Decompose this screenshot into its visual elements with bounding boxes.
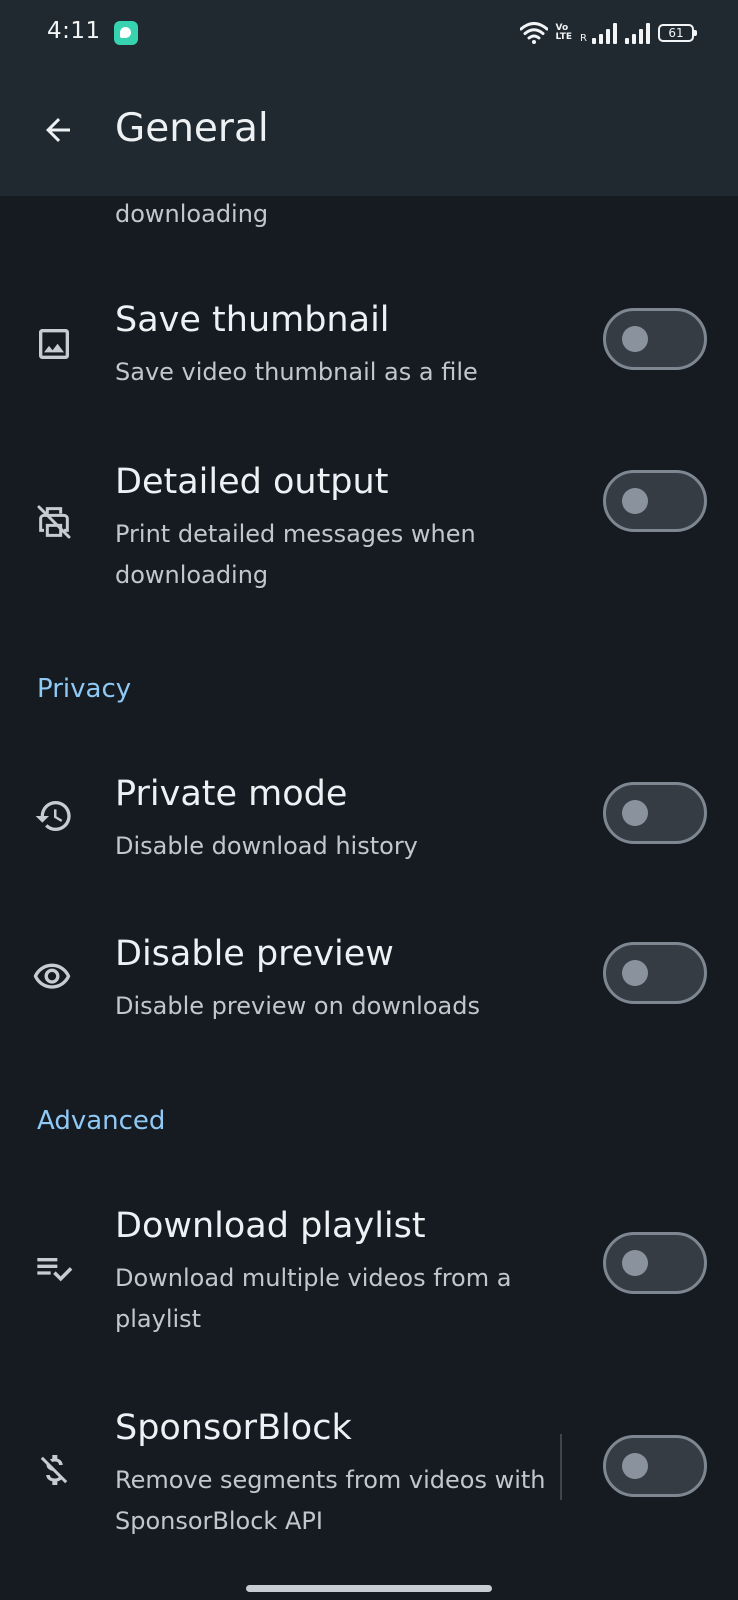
eye-icon (32, 957, 72, 997)
setting-description: Save video thumbnail as a file (115, 358, 478, 386)
setting-title: Detailed output (115, 462, 389, 502)
signal-sim2-icon (625, 22, 650, 44)
image-icon (34, 324, 74, 364)
setting-description: Disable preview on downloads (115, 992, 480, 1020)
home-indicator[interactable] (246, 1585, 492, 1592)
volte-icon: Vo LTE (556, 24, 573, 42)
vertical-divider (560, 1434, 562, 1500)
history-icon (34, 796, 74, 836)
setting-title: Disable preview (115, 934, 394, 974)
roaming-label: R (580, 33, 587, 44)
section-header-privacy: Privacy (37, 674, 132, 704)
section-header-advanced: Advanced (37, 1106, 166, 1136)
private-mode-toggle[interactable] (603, 782, 707, 844)
battery-level: 61 (668, 26, 684, 40)
download-playlist-toggle[interactable] (603, 1232, 707, 1294)
setting-description: Disable download history (115, 832, 418, 860)
arrow-back-icon (46, 118, 70, 142)
status-icons: Vo LTE R 61 (519, 18, 697, 48)
money-off-icon (34, 1450, 74, 1490)
setting-save-thumbnail[interactable]: Save thumbnail Save video thumbnail as a… (0, 296, 738, 406)
setting-title: Save thumbnail (115, 300, 390, 340)
setting-private-mode[interactable]: Private mode Disable download history (0, 770, 738, 880)
detailed-output-toggle[interactable] (603, 470, 707, 532)
back-button[interactable] (26, 98, 90, 162)
battery-icon: 61 (658, 24, 697, 42)
notification-app-icon (114, 21, 138, 45)
sponsorblock-toggle[interactable] (603, 1435, 707, 1497)
setting-description: Remove segments from videos with Sponsor… (115, 1466, 546, 1535)
save-thumbnail-toggle[interactable] (603, 308, 707, 370)
app-bar: General (0, 66, 738, 196)
status-bar: 4:11 Vo LTE R 61 (0, 0, 738, 66)
setting-title: Download playlist (115, 1206, 426, 1246)
setting-description: Print detailed messages when downloading (115, 520, 476, 589)
setting-title: SponsorBlock (115, 1408, 352, 1448)
settings-list[interactable]: downloading Save thumbnail Save video th… (0, 196, 738, 1600)
setting-description: Download multiple videos from a playlist (115, 1264, 512, 1333)
setting-sponsorblock[interactable]: SponsorBlock Remove segments from videos… (0, 1404, 738, 1544)
setting-title: Private mode (115, 774, 348, 814)
setting-download-playlist[interactable]: Download playlist Download multiple vide… (0, 1202, 738, 1342)
wifi-icon (519, 22, 548, 44)
signal-sim1-icon: R (580, 22, 617, 44)
playlist-check-icon (34, 1248, 74, 1288)
status-time: 4:11 (47, 18, 101, 44)
disable-preview-toggle[interactable] (603, 942, 707, 1004)
print-disabled-icon (34, 502, 74, 542)
volte-bottom-label: LTE (555, 32, 573, 42)
setting-detailed-output[interactable]: Detailed output Print detailed messages … (0, 458, 738, 598)
setting-disable-preview[interactable]: Disable preview Disable preview on downl… (0, 930, 738, 1040)
page-title: General (115, 106, 269, 151)
partial-item-description: downloading (115, 200, 269, 228)
